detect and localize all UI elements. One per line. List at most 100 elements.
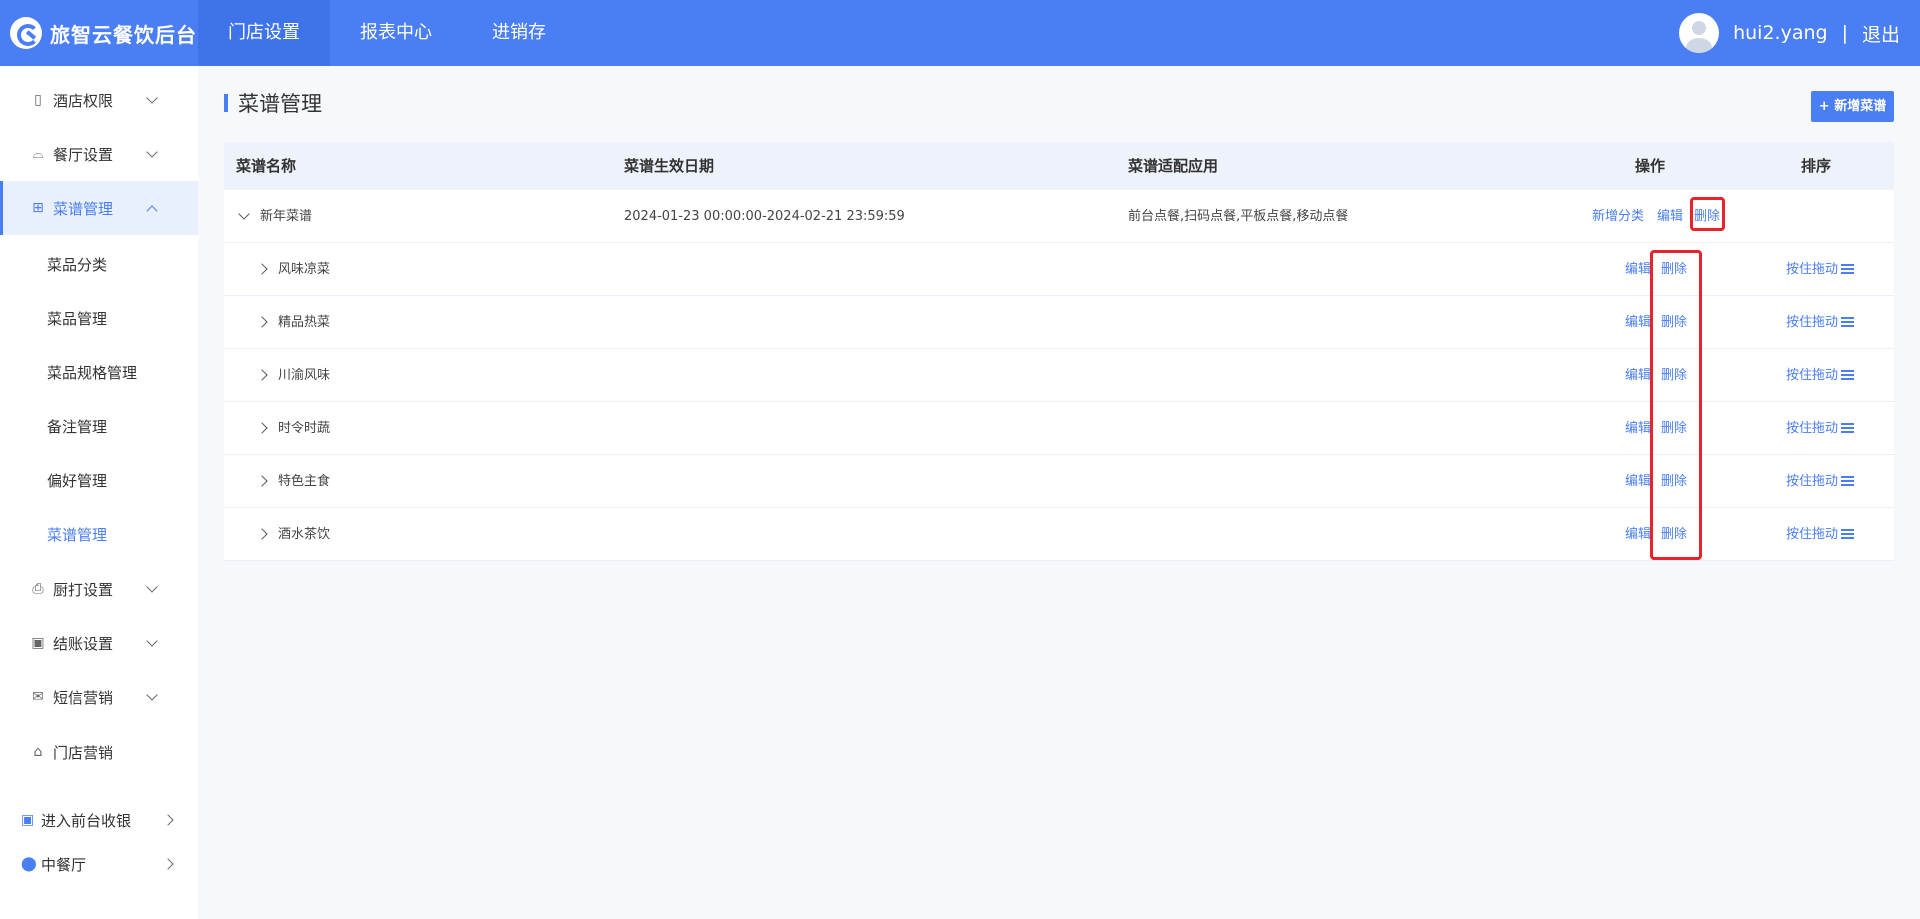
expand-icon[interactable] <box>256 475 268 487</box>
delete-category-link[interactable]: 删除 <box>1661 243 1687 296</box>
menu-apps: 前台点餐,扫码点餐,平板点餐,移动点餐 <box>1128 209 1349 224</box>
sidebar-item-label: 门店营销 <box>53 743 114 762</box>
drag-handle[interactable]: 按住拖动 <box>1786 508 1855 561</box>
app-title: 旅智云餐饮后台 <box>50 22 197 47</box>
delete-category-link[interactable]: 删除 <box>1661 296 1687 349</box>
drag-icon <box>1841 317 1855 327</box>
chevron-down-icon <box>146 581 158 593</box>
menu-name: 新年菜谱 <box>260 209 313 224</box>
category-name: 精品热菜 <box>278 315 331 330</box>
sidebar: ▯ 酒店权限 ⌓ 餐厅设置 ⊞ 菜谱管理 菜品分类 菜品管理 菜品规格管理 备注… <box>0 66 198 919</box>
chevron-down-icon <box>146 146 158 158</box>
drag-handle[interactable]: 按住拖动 <box>1786 243 1855 296</box>
table-row: 川渝风味 编辑 删除 按住拖动 <box>224 349 1894 402</box>
location-pin-icon: ⬤ <box>21 856 37 872</box>
sidebar-subitem-menu[interactable]: 菜谱管理 <box>47 508 107 562</box>
delete-category-link[interactable]: 删除 <box>1661 508 1687 561</box>
user-name: hui2.yang <box>1733 22 1828 44</box>
edit-category-link[interactable]: 编辑 <box>1625 508 1651 561</box>
page-title: 菜谱管理 <box>224 88 322 118</box>
delete-category-link[interactable]: 删除 <box>1661 455 1687 508</box>
app-logo[interactable]: 旅智云餐饮后台 <box>10 0 197 66</box>
header-effective-date: 菜谱生效日期 <box>624 157 715 175</box>
edit-category-link[interactable]: 编辑 <box>1625 455 1651 508</box>
chevron-down-icon <box>146 689 158 701</box>
drag-label: 按住拖动 <box>1786 474 1839 489</box>
avatar[interactable] <box>1679 13 1720 53</box>
drag-handle[interactable]: 按住拖动 <box>1786 349 1855 402</box>
drag-label: 按住拖动 <box>1786 262 1839 277</box>
drag-label: 按住拖动 <box>1786 527 1839 542</box>
enter-cashier-link[interactable]: ▣ 进入前台收银 <box>0 800 198 840</box>
sidebar-item-label: 酒店权限 <box>53 91 114 110</box>
receipt-icon: ▣ <box>31 635 45 651</box>
user-area: hui2.yang | 退出 <box>1679 0 1900 66</box>
enter-cashier-label: 进入前台收银 <box>41 811 132 830</box>
collapse-icon[interactable] <box>238 208 250 220</box>
sidebar-item-label: 菜谱管理 <box>53 199 114 218</box>
drag-icon <box>1841 423 1855 433</box>
top-bar: 旅智云餐饮后台 门店设置 报表中心 进销存 hui2.yang | 退出 <box>0 0 1920 66</box>
edit-menu-link[interactable]: 编辑 <box>1657 190 1683 243</box>
table-row: 酒水茶饮 编辑 删除 按住拖动 <box>224 508 1894 561</box>
sidebar-subitem-dish-spec[interactable]: 菜品规格管理 <box>47 346 137 400</box>
expand-icon[interactable] <box>256 316 268 328</box>
chevron-right-icon <box>162 858 174 870</box>
add-menu-button[interactable]: + 新增菜谱 <box>1811 91 1894 122</box>
edit-category-link[interactable]: 编辑 <box>1625 349 1651 402</box>
mail-icon: ✉ <box>32 689 44 705</box>
drag-label: 按住拖动 <box>1786 421 1839 436</box>
sidebar-item-label: 餐厅设置 <box>53 145 114 164</box>
topnav-inventory[interactable]: 进销存 <box>462 0 576 66</box>
drag-handle[interactable]: 按住拖动 <box>1786 296 1855 349</box>
sidebar-subitem-dish-category[interactable]: 菜品分类 <box>47 238 107 292</box>
topnav-report-center[interactable]: 报表中心 <box>330 0 462 66</box>
drag-label: 按住拖动 <box>1786 368 1839 383</box>
edit-category-link[interactable]: 编辑 <box>1625 243 1651 296</box>
printer-icon: ⎙ <box>32 581 44 597</box>
sidebar-item-menu-management[interactable]: ⊞ 菜谱管理 <box>0 181 198 235</box>
sidebar-item-restaurant-settings[interactable]: ⌓ 餐厅设置 <box>0 127 198 181</box>
cashier-icon: ▣ <box>21 812 35 828</box>
edit-category-link[interactable]: 编辑 <box>1625 296 1651 349</box>
sidebar-item-label: 结账设置 <box>53 634 114 653</box>
category-name: 风味凉菜 <box>278 262 331 277</box>
restaurant-selector[interactable]: ⬤ 中餐厅 <box>0 844 198 884</box>
expand-icon[interactable] <box>256 528 268 540</box>
topnav-store-settings[interactable]: 门店设置 <box>198 0 330 66</box>
table-row: 精品热菜 编辑 删除 按住拖动 <box>224 296 1894 349</box>
sidebar-subitem-preferences[interactable]: 偏好管理 <box>47 454 107 508</box>
sidebar-item-sms-marketing[interactable]: ✉ 短信营销 <box>0 670 198 724</box>
drag-handle[interactable]: 按住拖动 <box>1786 402 1855 455</box>
drag-label: 按住拖动 <box>1786 315 1839 330</box>
drag-handle[interactable]: 按住拖动 <box>1786 455 1855 508</box>
sidebar-item-kitchen-print[interactable]: ⎙ 厨打设置 <box>0 562 198 616</box>
sidebar-subitem-notes[interactable]: 备注管理 <box>47 400 107 454</box>
logout-link[interactable]: 退出 <box>1862 20 1900 47</box>
expand-icon[interactable] <box>256 263 268 275</box>
table-row: 风味凉菜 编辑 删除 按住拖动 <box>224 243 1894 296</box>
chevron-up-icon <box>146 205 158 217</box>
chevron-down-icon <box>146 635 158 647</box>
sidebar-subitem-dish-management[interactable]: 菜品管理 <box>47 292 107 346</box>
category-name: 时令时蔬 <box>278 421 331 436</box>
edit-category-link[interactable]: 编辑 <box>1625 402 1651 455</box>
menu-table: 菜谱名称 菜谱生效日期 菜谱适配应用 操作 排序 新年菜谱 2024-01-23… <box>224 142 1894 561</box>
delete-menu-link[interactable]: 删除 <box>1694 190 1720 243</box>
header-menu-name: 菜谱名称 <box>236 157 297 175</box>
sidebar-item-store-marketing[interactable]: ⌂ 门店营销 <box>0 725 198 779</box>
header-apps: 菜谱适配应用 <box>1128 157 1219 175</box>
top-nav: 门店设置 报表中心 进销存 <box>198 0 576 66</box>
logo-icon <box>10 17 42 49</box>
delete-category-link[interactable]: 删除 <box>1661 349 1687 402</box>
category-name: 川渝风味 <box>278 368 331 383</box>
expand-icon[interactable] <box>256 422 268 434</box>
category-name: 特色主食 <box>278 474 331 489</box>
category-name: 酒水茶饮 <box>278 527 331 542</box>
expand-icon[interactable] <box>256 369 268 381</box>
sidebar-item-hotel-permissions[interactable]: ▯ 酒店权限 <box>0 73 198 127</box>
header-sort: 排序 <box>1801 157 1832 175</box>
add-category-link[interactable]: 新增分类 <box>1592 190 1644 243</box>
delete-category-link[interactable]: 删除 <box>1661 402 1687 455</box>
sidebar-item-checkout-settings[interactable]: ▣ 结账设置 <box>0 616 198 670</box>
